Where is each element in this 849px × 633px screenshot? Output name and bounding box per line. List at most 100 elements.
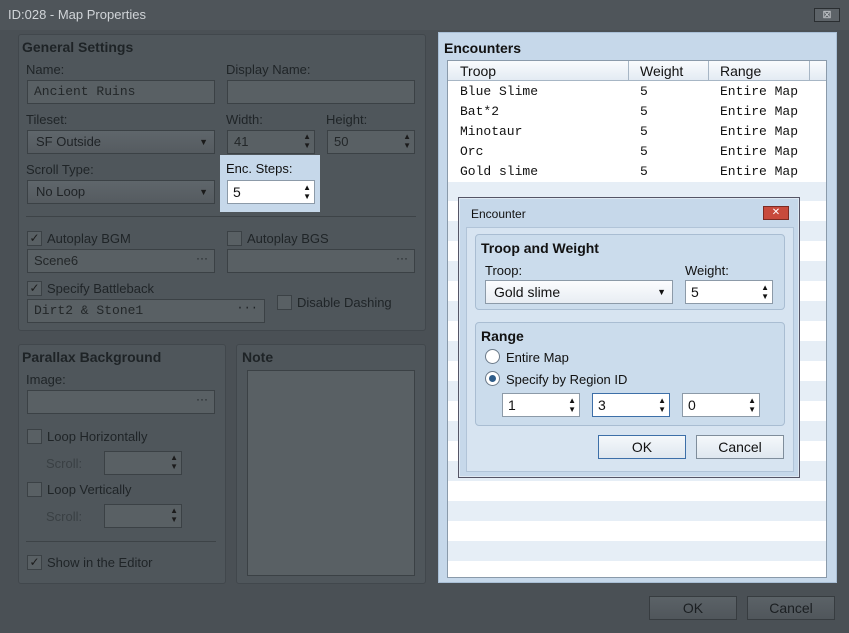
dialog-close-button[interactable]: ✕: [763, 206, 789, 220]
width-label: Width:: [226, 112, 263, 127]
region-id-value: 1: [508, 397, 516, 413]
autoplay-bgs-label: Autoplay BGS: [247, 231, 329, 246]
entire-map-radio[interactable]: [485, 349, 500, 364]
image-label: Image:: [26, 372, 66, 387]
scroll-v-stepper[interactable]: ▲ ▼: [104, 504, 182, 528]
note-textarea[interactable]: [247, 370, 415, 576]
autoplay-bgs-checkbox[interactable]: [227, 231, 242, 246]
window-close-button[interactable]: ⊠: [814, 8, 840, 22]
range-group: Range Entire Map Specify by Region ID 1 …: [475, 322, 785, 426]
region-id-stepper-1[interactable]: 1 ▲ ▼: [502, 393, 580, 417]
window-title: ID:028 - Map Properties: [8, 7, 147, 22]
divider: [26, 541, 216, 542]
spin-arrows-icon[interactable]: ▲ ▼: [170, 506, 178, 524]
loop-vertically-label: Loop Vertically: [47, 482, 132, 497]
troop-label: Troop:: [485, 263, 523, 278]
troop-select[interactable]: Gold slime ▼: [485, 280, 673, 304]
scroll-v-label: Scroll:: [46, 509, 83, 524]
scroll-type-label: Scroll Type:: [26, 162, 94, 177]
spin-arrows-icon[interactable]: ▲ ▼: [658, 396, 666, 414]
troop-cell: Orc: [460, 144, 484, 159]
weight-cell: 5: [640, 164, 648, 179]
region-id-stepper-2[interactable]: 3 ▲ ▼: [592, 393, 670, 417]
spin-arrows-icon[interactable]: ▲ ▼: [568, 396, 576, 414]
weight-value: 5: [691, 284, 699, 300]
table-row[interactable]: Minotaur 5 Entire Map: [448, 122, 826, 142]
weight-cell: 5: [640, 104, 648, 119]
display-name-field[interactable]: [227, 80, 415, 104]
ok-button[interactable]: OK: [649, 596, 737, 620]
ellipsis-icon[interactable]: ···: [236, 301, 258, 315]
name-field[interactable]: Ancient Ruins: [27, 80, 215, 104]
spin-arrows-icon[interactable]: ▲ ▼: [170, 453, 178, 471]
region-id-label: Specify by Region ID: [506, 372, 628, 387]
width-stepper[interactable]: 41 ▲ ▼: [227, 130, 315, 154]
range-cell: Entire Map: [720, 84, 799, 99]
scroll-type-select[interactable]: No Loop ▼: [27, 180, 215, 204]
tileset-label: Tileset:: [26, 112, 68, 127]
table-row[interactable]: Bat*2 5 Entire Map: [448, 102, 826, 122]
troop-cell: Blue Slime: [460, 84, 539, 99]
loop-vertically-checkbox[interactable]: [27, 482, 42, 497]
parallax-image-field[interactable]: ···: [27, 390, 215, 414]
dialog-cancel-button[interactable]: Cancel: [696, 435, 784, 459]
parallax-header: Parallax Background: [22, 349, 162, 365]
show-in-editor-checkbox[interactable]: ✓: [27, 555, 42, 570]
autoplay-bgm-checkbox[interactable]: ✓: [27, 231, 42, 246]
dialog-ok-button[interactable]: OK: [598, 435, 686, 459]
column-weight[interactable]: Weight: [640, 63, 683, 79]
region-id-stepper-3[interactable]: 0 ▲ ▼: [682, 393, 760, 417]
ellipsis-icon[interactable]: ···: [396, 251, 408, 265]
table-row[interactable]: Orc 5 Entire Map: [448, 142, 826, 162]
loop-horizontally-label: Loop Horizontally: [47, 429, 148, 444]
note-header: Note: [242, 349, 274, 365]
encounter-dialog: Encounter ✕ Troop and Weight Troop: Gold…: [458, 197, 800, 478]
bgs-field[interactable]: ···: [227, 249, 415, 273]
region-id-radio[interactable]: [485, 371, 500, 386]
enc-steps-stepper[interactable]: 5 ▲ ▼: [227, 180, 315, 204]
troop-weight-group: Troop and Weight Troop: Gold slime ▼ Wei…: [475, 234, 785, 310]
spin-arrows-icon[interactable]: ▲ ▼: [748, 396, 756, 414]
disable-dashing-checkbox[interactable]: [277, 295, 292, 310]
weight-label: Weight:: [685, 263, 729, 278]
height-value: 50: [334, 134, 349, 149]
ellipsis-icon[interactable]: ···: [196, 392, 208, 406]
spin-arrows-icon[interactable]: ▲ ▼: [761, 283, 769, 301]
dialog-body: Troop and Weight Troop: Gold slime ▼ Wei…: [466, 227, 794, 472]
width-value: 41: [234, 134, 249, 149]
troop-weight-header: Troop and Weight: [481, 240, 599, 256]
table-row[interactable]: Blue Slime 5 Entire Map: [448, 82, 826, 102]
column-divider: [708, 61, 709, 81]
window-titlebar: ID:028 - Map Properties ⊠: [0, 0, 849, 30]
battleback-field[interactable]: Dirt2 & Stone1 ···: [27, 299, 265, 323]
name-label: Name:: [26, 62, 65, 77]
spin-arrows-icon[interactable]: ▲ ▼: [303, 132, 311, 150]
bgm-field[interactable]: Scene6 ···: [27, 249, 215, 273]
range-cell: Entire Map: [720, 124, 799, 139]
dialog-title: Encounter: [471, 207, 526, 221]
specify-battleback-label: Specify Battleback: [47, 281, 154, 296]
loop-horizontally-checkbox[interactable]: [27, 429, 42, 444]
tileset-value: SF Outside: [36, 134, 102, 149]
battleback-value: Dirt2 & Stone1: [34, 303, 144, 318]
autoplay-bgm-label: Autoplay BGM: [47, 231, 131, 246]
troop-cell: Bat*2: [460, 104, 500, 119]
column-troop[interactable]: Troop: [460, 63, 496, 79]
troop-value: Gold slime: [494, 284, 561, 300]
spin-arrows-icon[interactable]: ▲ ▼: [303, 183, 311, 201]
specify-battleback-checkbox[interactable]: ✓: [27, 281, 42, 296]
height-stepper[interactable]: 50 ▲ ▼: [327, 130, 415, 154]
column-range[interactable]: Range: [720, 63, 761, 79]
scroll-h-stepper[interactable]: ▲ ▼: [104, 451, 182, 475]
range-cell: Entire Map: [720, 144, 799, 159]
list-header: Troop Weight Range: [448, 61, 826, 81]
chevron-down-icon: ▼: [657, 287, 666, 297]
tileset-select[interactable]: SF Outside ▼: [27, 130, 215, 154]
spin-arrows-icon[interactable]: ▲ ▼: [403, 132, 411, 150]
cancel-button[interactable]: Cancel: [747, 596, 835, 620]
region-id-value: 0: [688, 397, 696, 413]
table-row[interactable]: Gold slime 5 Entire Map: [448, 162, 826, 182]
ellipsis-icon[interactable]: ···: [196, 251, 208, 265]
weight-stepper[interactable]: 5 ▲ ▼: [685, 280, 773, 304]
enc-steps-label: Enc. Steps:: [226, 161, 293, 176]
